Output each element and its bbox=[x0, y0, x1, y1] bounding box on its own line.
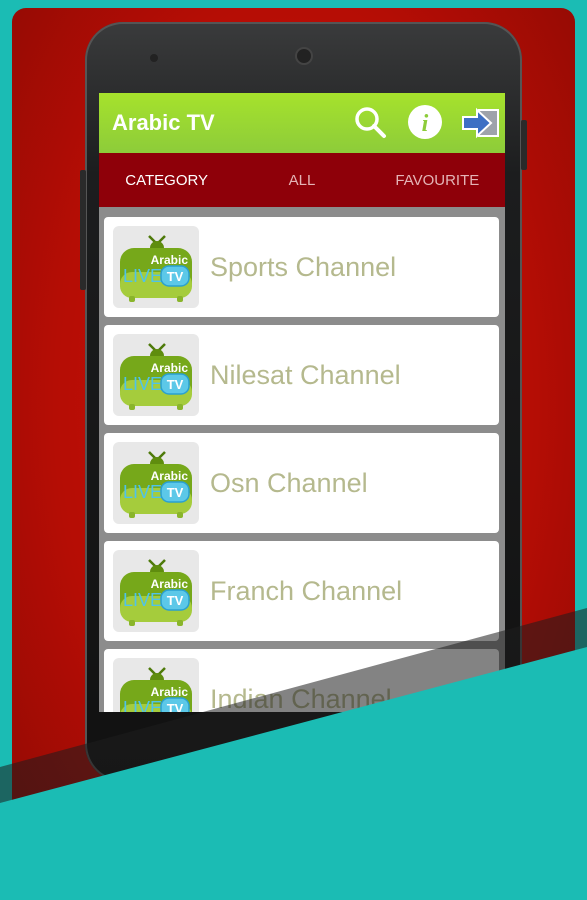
decorative-diagonal bbox=[0, 608, 587, 900]
